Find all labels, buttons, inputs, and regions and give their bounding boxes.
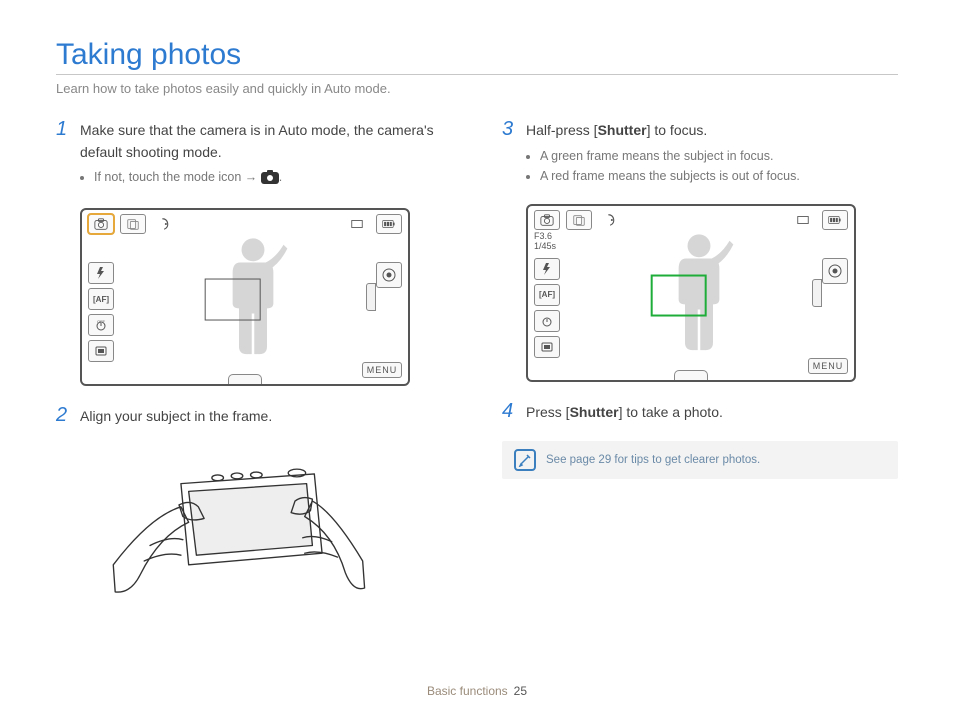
focus-frame-locked xyxy=(651,274,707,316)
page-subtitle: Learn how to take photos easily and quic… xyxy=(56,81,898,96)
display-icon xyxy=(88,340,114,362)
battery-icon xyxy=(376,214,402,234)
step-bullet: If not, touch the mode icon → . xyxy=(94,167,452,190)
column-right: 3 Half-press [Shutter] to focus. A green… xyxy=(502,118,898,619)
stabilizer-icon xyxy=(152,214,178,234)
record-icon xyxy=(822,258,848,284)
camera-screen-focus: F3.6 1/45s [AF] MENU xyxy=(526,204,856,382)
capture-type-icon xyxy=(120,214,146,234)
timer-off-icon: OFF xyxy=(88,314,114,336)
step-text: Half-press [Shutter] to focus. xyxy=(526,120,707,142)
svg-text:OFF: OFF xyxy=(97,319,106,324)
step-text: Align your subject in the frame. xyxy=(80,406,272,428)
image-size-icon xyxy=(790,210,816,230)
bottom-tab-icon xyxy=(674,370,708,380)
display-icon xyxy=(534,336,560,358)
step-number: 2 xyxy=(56,404,72,427)
battery-icon xyxy=(822,210,848,230)
flash-auto-icon xyxy=(88,262,114,284)
menu-button: MENU xyxy=(362,362,402,378)
step-text: Make sure that the camera is in Auto mod… xyxy=(80,120,452,163)
side-tab-icon xyxy=(366,283,376,311)
menu-button: MENU xyxy=(808,358,848,374)
flash-auto-icon xyxy=(534,258,560,280)
page-footer: Basic functions25 xyxy=(0,684,954,698)
step-number: 4 xyxy=(502,400,518,423)
stabilizer-icon xyxy=(598,210,624,230)
af-mode-icon: [AF] xyxy=(534,284,560,306)
camera-mode-icon xyxy=(534,210,560,230)
side-tab-icon xyxy=(812,279,822,307)
column-left: 1 Make sure that the camera is in Auto m… xyxy=(56,118,452,619)
tip-callout: See page 29 for tips to get clearer phot… xyxy=(502,441,898,479)
tip-text: See page 29 for tips to get clearer phot… xyxy=(546,454,760,466)
capture-type-icon xyxy=(566,210,592,230)
holding-camera-illustration xyxy=(92,446,452,619)
step-text: Press [Shutter] to take a photo. xyxy=(526,402,723,424)
camera-mode-icon xyxy=(261,170,279,190)
page-title: Taking photos xyxy=(56,38,898,75)
focus-frame xyxy=(205,279,261,321)
bottom-tab-icon xyxy=(228,374,262,384)
step-bullet: A red frame means the subjects is out of… xyxy=(540,166,898,186)
step-number: 1 xyxy=(56,118,72,141)
step-number: 3 xyxy=(502,118,518,141)
camera-screen-auto: [AF] OFF MENU xyxy=(80,208,410,386)
camera-mode-icon xyxy=(88,214,114,234)
record-icon xyxy=(376,262,402,288)
note-icon xyxy=(514,449,536,471)
image-size-icon xyxy=(344,214,370,234)
step-bullet: A green frame means the subject in focus… xyxy=(540,146,898,166)
timer-off-icon xyxy=(534,310,560,332)
af-mode-icon: [AF] xyxy=(88,288,114,310)
